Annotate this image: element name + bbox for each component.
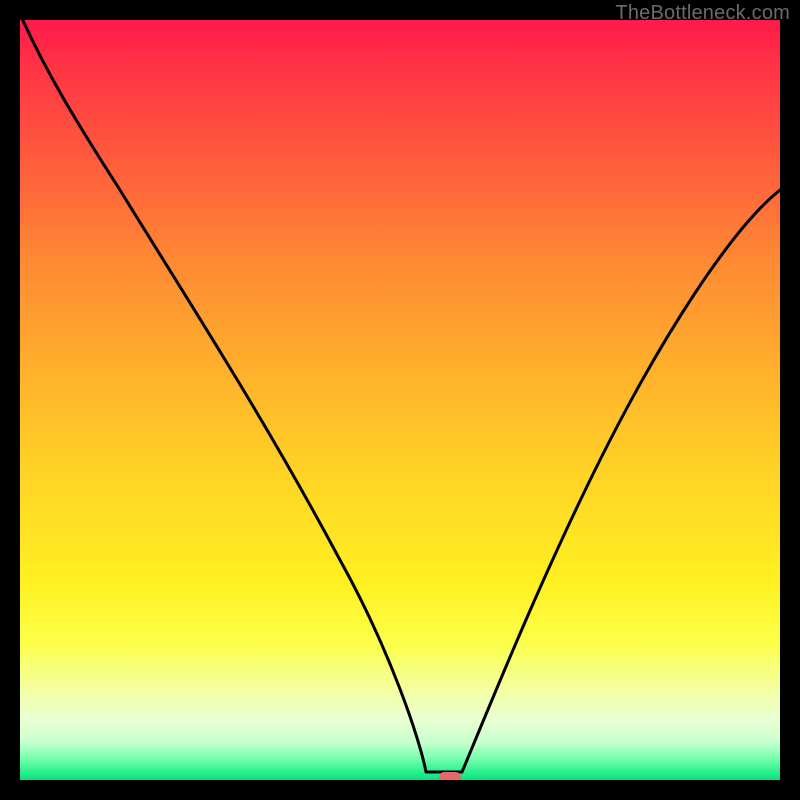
current-config-marker <box>439 772 461 780</box>
bottleneck-curve <box>20 20 780 780</box>
plot-area <box>20 20 780 780</box>
chart-frame: TheBottleneck.com <box>0 0 800 800</box>
curve-path <box>20 20 780 772</box>
